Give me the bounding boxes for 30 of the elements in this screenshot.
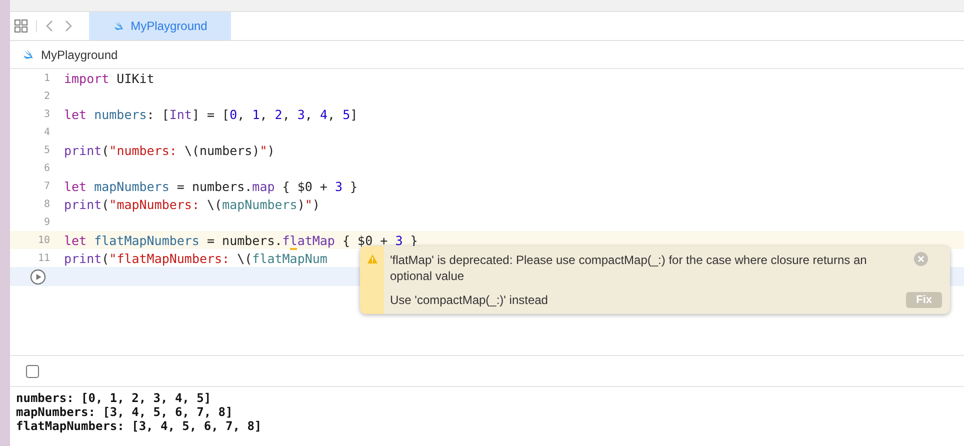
swift-logo-icon <box>112 20 125 32</box>
line-number: 10 <box>36 234 51 246</box>
line-number: 1 <box>42 72 51 84</box>
line-number: 6 <box>42 162 51 174</box>
console-output-line: flatMapNumbers: [3, 4, 5, 6, 7, 8] <box>16 419 263 433</box>
line-number: 8 <box>42 198 51 210</box>
editor-tab[interactable]: MyPlayground <box>89 12 231 40</box>
line-number: 4 <box>42 126 51 138</box>
console-output-line: numbers: [0, 1, 2, 3, 4, 5] <box>16 391 212 405</box>
code-line: print("flatMapNumbers: \(flatMapNum <box>64 250 328 266</box>
line-number: 11 <box>36 252 51 264</box>
code-line: let mapNumbers = numbers.map { $0 + 3 } <box>64 178 358 194</box>
swift-logo-icon <box>22 48 35 61</box>
line-number: 9 <box>42 216 51 228</box>
breadcrumb[interactable]: MyPlayground <box>41 48 118 62</box>
line-number: 5 <box>42 144 51 156</box>
fix-suggestion: Use 'compactMap(_:)' instead <box>390 292 549 308</box>
console-checkbox[interactable] <box>26 364 39 378</box>
warning-message: 'flatMap' is deprecated: Please use compactMap(_:) for the case where closure returns an optional value <box>390 252 868 284</box>
warning-icon <box>366 254 378 264</box>
run-icon[interactable] <box>30 268 46 284</box>
console-output-line: mapNumbers: [3, 4, 5, 6, 7, 8] <box>16 405 234 419</box>
fix-button[interactable]: Fix <box>906 292 942 308</box>
line-number: 2 <box>42 90 51 102</box>
code-line: print("mapNumbers: \(mapNumbers)") <box>64 196 320 212</box>
code-line: import UIKit <box>64 70 154 86</box>
code-line: let numbers: [Int] = [0, 1, 2, 3, 4, 5] <box>64 106 358 122</box>
line-number: 3 <box>42 108 51 120</box>
code-line: print("numbers: \(numbers)") <box>64 142 275 158</box>
line-number: 7 <box>42 180 51 192</box>
